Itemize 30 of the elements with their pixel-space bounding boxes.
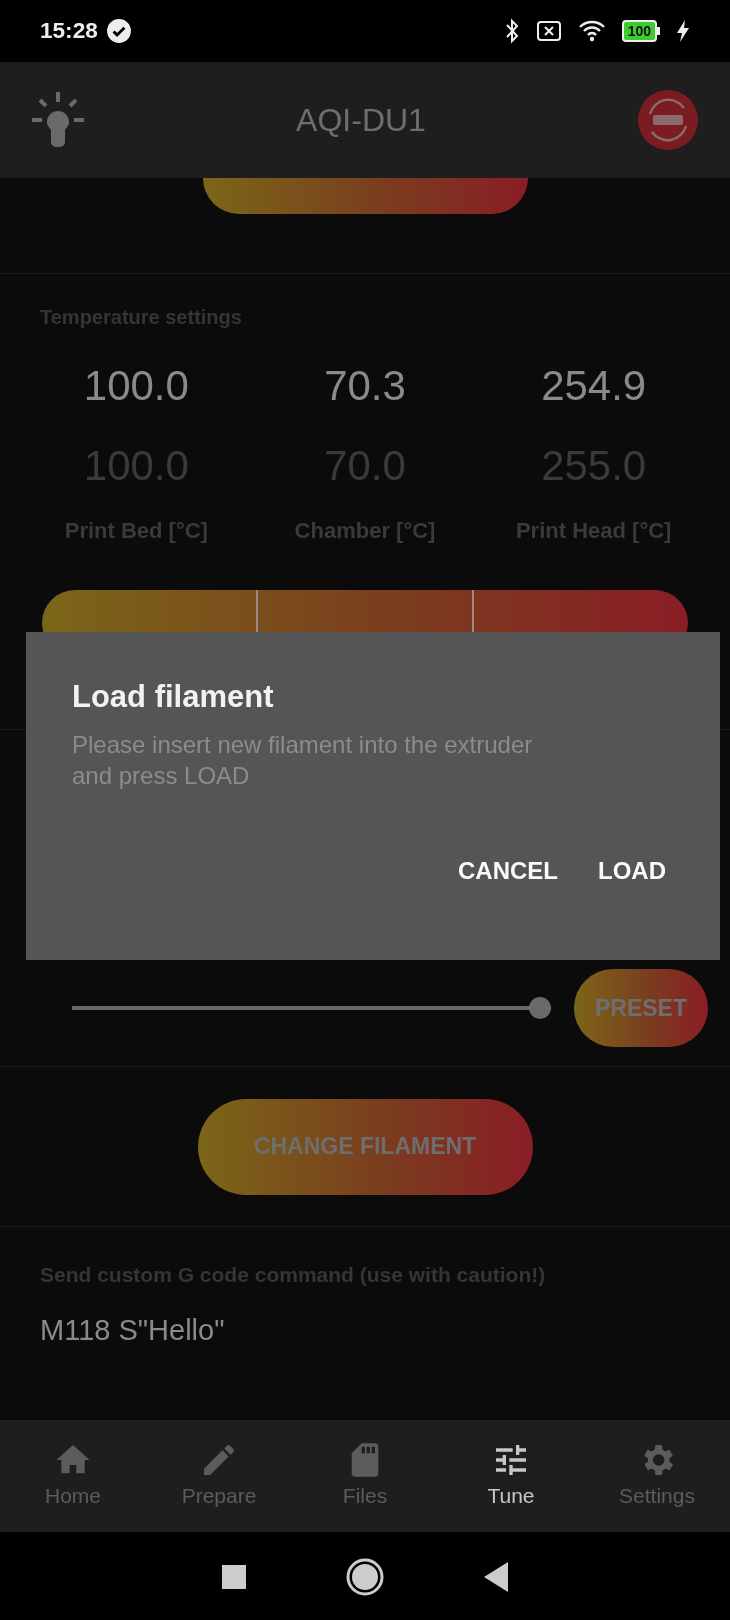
nav-tab[interactable]: Tune bbox=[438, 1420, 584, 1532]
back-triangle-icon bbox=[484, 1562, 508, 1592]
light-bulb-button[interactable] bbox=[30, 90, 86, 150]
light-bulb-icon bbox=[30, 90, 86, 150]
dialog-title: Load filament bbox=[72, 678, 275, 716]
emergency-stop-button[interactable] bbox=[636, 88, 700, 152]
nav-tab[interactable]: Files bbox=[292, 1420, 438, 1532]
preset-button[interactable]: PRESET bbox=[574, 969, 708, 1047]
nav-tab[interactable]: Settings bbox=[584, 1420, 730, 1532]
check-circle-icon bbox=[105, 18, 132, 44]
nav-tab[interactable]: Home bbox=[0, 1420, 146, 1532]
status-time: 15:28 bbox=[40, 17, 98, 46]
stop-sign-icon bbox=[636, 88, 700, 152]
command-input[interactable]: M118 S"Hello" bbox=[40, 1308, 690, 1352]
current-temperature: 100.0 bbox=[82, 361, 190, 411]
charging-bolt-icon bbox=[676, 19, 690, 43]
current-temperature: 70.3 bbox=[323, 361, 407, 411]
slider-thumb[interactable] bbox=[529, 997, 551, 1019]
sim-card-icon bbox=[535, 19, 562, 43]
app-title: AQI-DU1 bbox=[295, 101, 427, 140]
square-icon bbox=[222, 1565, 246, 1589]
nav-tab[interactable]: Prepare bbox=[146, 1420, 292, 1532]
wifi-icon bbox=[577, 19, 606, 43]
circle-icon bbox=[346, 1558, 384, 1596]
change-filament-button[interactable]: CHANGE FILAMENT bbox=[197, 1098, 533, 1195]
battery-level: 100 bbox=[621, 20, 657, 42]
dialog-button[interactable]: LOAD bbox=[590, 842, 674, 899]
bluetooth-icon bbox=[503, 18, 520, 44]
current-temperature: 254.9 bbox=[540, 361, 648, 411]
dialog-button[interactable]: CANCEL bbox=[450, 842, 566, 899]
